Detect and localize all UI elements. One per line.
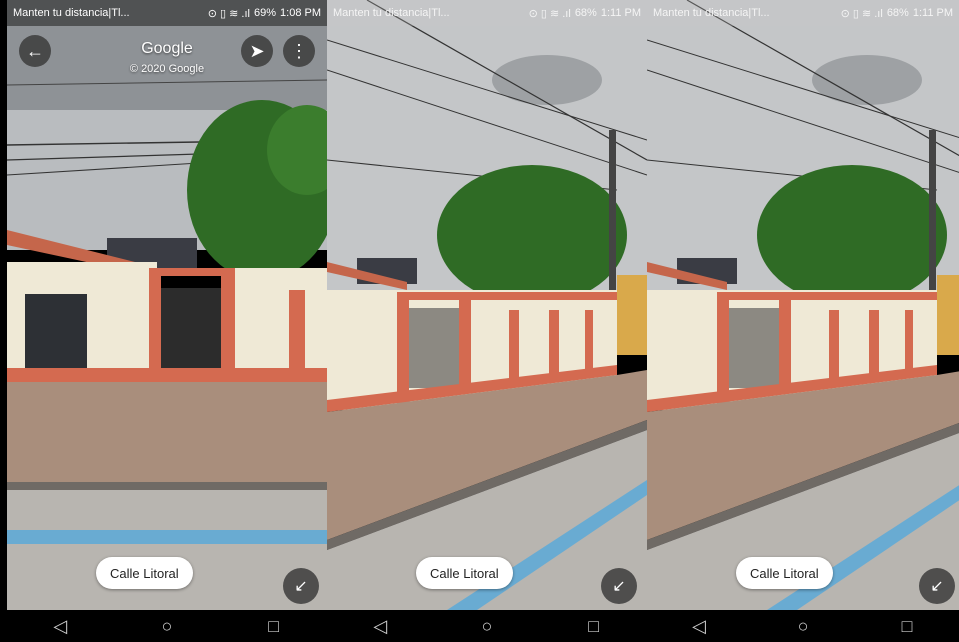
notification-text: Manten tu distancia|Tl... [333, 7, 450, 19]
header: ← Google © 2020 Google ➤ ⋮ [7, 26, 327, 76]
status-bar: Manten tu distancia|Tl... ⊙ ▯ ≋ .ıl 68% … [327, 0, 647, 26]
page-title: Google [141, 40, 193, 57]
battery-level: 68% [886, 7, 909, 19]
status-bar: Manten tu distancia|Tl... ⊙ ▯ ≋ .ıl 69% … [7, 0, 327, 26]
status-icons: ⊙ ▯ ≋ .ıl [528, 7, 571, 20]
notification-text: Manten tu distancia|Tl... [13, 7, 130, 19]
battery-level: 69% [254, 7, 277, 19]
streetview-panel-3[interactable]: Manten tu distancia|Tl... ⊙ ▯ ≋ .ıl 68% … [647, 0, 959, 642]
street-view-image[interactable] [7, 0, 327, 610]
nav-bar: ◁ ○ □ [7, 610, 327, 642]
compass-icon[interactable]: ➤ [241, 35, 273, 67]
nav-home-icon[interactable]: ○ [467, 616, 507, 637]
nav-home-icon[interactable]: ○ [783, 616, 823, 637]
more-options-icon[interactable]: ⋮ [283, 35, 315, 67]
status-icons: ⊙ ▯ ≋ .ıl [207, 7, 250, 20]
nav-recents-icon[interactable]: □ [254, 616, 294, 637]
nav-back-icon[interactable]: ◁ [40, 616, 80, 637]
status-bar: Manten tu distancia|Tl... ⊙ ▯ ≋ .ıl 68% … [647, 0, 959, 26]
clock: 1:08 PM [280, 7, 321, 19]
notification-text: Manten tu distancia|Tl... [653, 7, 770, 19]
nav-bar: ◁ ○ □ [327, 610, 647, 642]
streetview-panel-2[interactable]: Manten tu distancia|Tl... ⊙ ▯ ≋ .ıl 68% … [327, 0, 647, 642]
street-name-chip[interactable]: Calle Litoral [736, 557, 833, 589]
exit-fullscreen-icon[interactable]: ↙ [601, 568, 637, 604]
clock: 1:11 PM [600, 7, 641, 19]
street-view-image[interactable] [327, 0, 647, 610]
nav-bar: ◁ ○ □ [647, 610, 959, 642]
nav-home-icon[interactable]: ○ [147, 616, 187, 637]
exit-fullscreen-icon[interactable]: ↙ [919, 568, 955, 604]
nav-back-icon[interactable]: ◁ [679, 616, 719, 637]
exit-fullscreen-icon[interactable]: ↙ [283, 568, 319, 604]
street-view-image[interactable] [647, 0, 959, 610]
battery-level: 68% [574, 7, 597, 19]
copyright-text: © 2020 Google [129, 63, 205, 75]
street-name-chip[interactable]: Calle Litoral [416, 557, 513, 589]
nav-recents-icon[interactable]: □ [887, 616, 927, 637]
street-name-chip[interactable]: Calle Litoral [96, 557, 193, 589]
clock: 1:11 PM [912, 7, 953, 19]
nav-recents-icon[interactable]: □ [574, 616, 614, 637]
nav-back-icon[interactable]: ◁ [360, 616, 400, 637]
streetview-panel-1[interactable]: Manten tu distancia|Tl... ⊙ ▯ ≋ .ıl 69% … [7, 0, 327, 642]
status-icons: ⊙ ▯ ≋ .ıl [840, 7, 883, 20]
